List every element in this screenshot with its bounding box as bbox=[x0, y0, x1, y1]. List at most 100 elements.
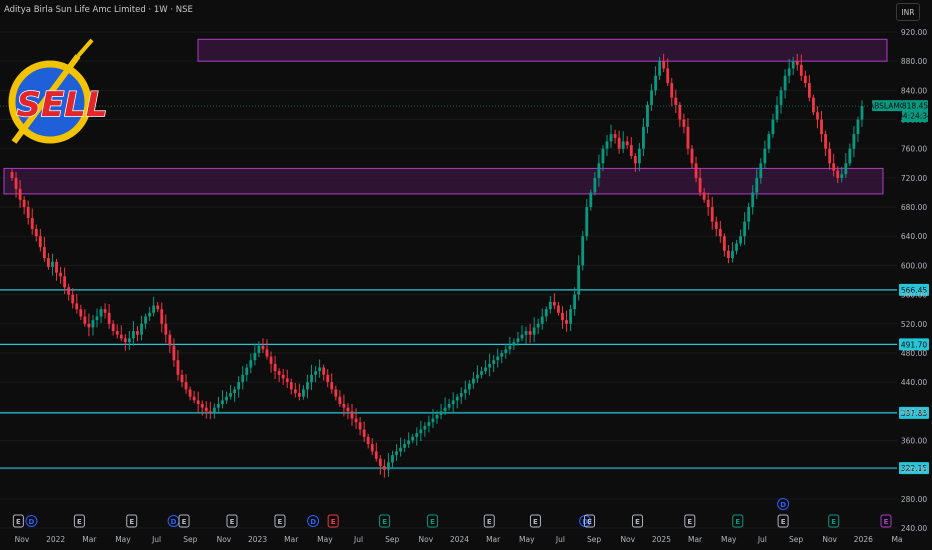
candle-body bbox=[79, 309, 83, 317]
candle-body bbox=[180, 374, 184, 383]
dividend-marker-label: D bbox=[780, 501, 786, 509]
candle-body bbox=[621, 141, 625, 149]
candle-body bbox=[164, 323, 168, 335]
candle-body bbox=[633, 156, 637, 164]
candle-body bbox=[674, 97, 678, 105]
time-tick: Jul bbox=[353, 535, 363, 544]
earnings-marker-label: E bbox=[331, 518, 336, 526]
candle-body bbox=[127, 338, 131, 342]
candle-body bbox=[160, 309, 164, 324]
candle-body bbox=[577, 265, 581, 295]
sell-badge-slash-tip bbox=[76, 38, 94, 58]
candle-body bbox=[472, 378, 475, 384]
time-tick: Nov bbox=[419, 535, 434, 544]
candle-body bbox=[508, 345, 512, 350]
candle-body bbox=[306, 382, 309, 390]
candle-body bbox=[642, 126, 645, 149]
candle-body bbox=[722, 236, 726, 251]
candle-body bbox=[848, 148, 852, 164]
candle-body bbox=[548, 301, 552, 310]
candle-body bbox=[111, 323, 115, 332]
time-tick: May bbox=[115, 535, 131, 544]
candle-body bbox=[856, 119, 860, 135]
candle-body bbox=[767, 134, 771, 149]
candle-body bbox=[690, 148, 694, 164]
price-tick: 520.00 bbox=[901, 320, 927, 329]
candle-body bbox=[617, 137, 621, 149]
candle-body bbox=[743, 221, 747, 237]
dividend-marker-label: D bbox=[29, 518, 35, 526]
candle-body bbox=[204, 407, 208, 412]
candle-body bbox=[694, 163, 698, 178]
dividend-marker-label: D bbox=[310, 518, 316, 526]
candle-body bbox=[289, 382, 293, 390]
candle-body bbox=[492, 360, 496, 364]
candle-body bbox=[824, 134, 827, 149]
candle-body bbox=[107, 312, 111, 324]
candle-body bbox=[281, 374, 285, 379]
candle-body bbox=[200, 404, 204, 408]
candle-body bbox=[816, 112, 819, 120]
price-chart[interactable]: 566.45491.70397.85322.15 920.00 880.00 840… bbox=[0, 0, 932, 550]
candle-body bbox=[532, 327, 536, 335]
candle-body bbox=[387, 462, 390, 470]
price-tick: 840.00 bbox=[901, 86, 927, 95]
candle-body bbox=[208, 411, 212, 413]
candle-body bbox=[67, 287, 71, 295]
candle-body bbox=[581, 236, 585, 266]
candle-body bbox=[382, 466, 386, 470]
price-tick: 680.00 bbox=[901, 203, 927, 212]
candle-body bbox=[686, 126, 690, 149]
candle-body bbox=[140, 323, 143, 335]
candle-body bbox=[779, 90, 783, 105]
candle-body bbox=[565, 320, 568, 324]
earnings-marker-label: E bbox=[430, 518, 435, 526]
candle-body bbox=[212, 407, 216, 413]
candle-body bbox=[500, 352, 504, 357]
candle-body bbox=[791, 61, 795, 69]
earnings-marker-label: E bbox=[884, 518, 889, 526]
candle-body bbox=[358, 422, 362, 430]
candle-body bbox=[132, 331, 135, 339]
earnings-marker-label: E bbox=[635, 518, 640, 526]
candle-body bbox=[257, 345, 261, 353]
time-tick: Sep bbox=[183, 535, 197, 544]
earnings-marker-label: E bbox=[77, 518, 82, 526]
candle-body bbox=[747, 207, 751, 222]
candle-body bbox=[840, 174, 844, 178]
candle-body bbox=[443, 407, 447, 412]
candle-body bbox=[245, 367, 249, 375]
candle-body bbox=[30, 218, 34, 229]
candle-body bbox=[484, 367, 487, 372]
earnings-marker-label: E bbox=[129, 518, 134, 526]
price-tick: 720.00 bbox=[901, 174, 927, 183]
candle-body bbox=[795, 61, 799, 65]
candle-body bbox=[678, 104, 682, 120]
candle-body bbox=[103, 309, 107, 313]
last-price-value: 818.45 bbox=[902, 102, 928, 111]
candle-body bbox=[338, 396, 342, 404]
time-tick: Jul bbox=[757, 535, 767, 544]
candle-body bbox=[156, 305, 160, 310]
candle-body bbox=[265, 349, 269, 357]
candle-body bbox=[399, 447, 402, 452]
candle-body bbox=[419, 429, 423, 434]
candle-body bbox=[374, 451, 378, 459]
candle-body bbox=[370, 444, 374, 452]
candle-body bbox=[119, 334, 123, 339]
time-tick: Sep bbox=[587, 535, 601, 544]
candle-body bbox=[528, 331, 532, 335]
candle-body bbox=[609, 134, 613, 142]
candle-body bbox=[83, 316, 87, 324]
candle-body bbox=[346, 407, 350, 412]
candle-body bbox=[787, 68, 791, 76]
candle-body bbox=[26, 207, 30, 218]
time-tick: 2024 bbox=[450, 535, 469, 544]
candle-body bbox=[350, 411, 354, 419]
candle-body bbox=[662, 61, 666, 69]
candle-body bbox=[249, 360, 253, 368]
earnings-marker-label: E bbox=[382, 518, 387, 526]
candle-body bbox=[342, 404, 346, 408]
gridlines bbox=[0, 31, 897, 529]
time-tick: Mar bbox=[284, 535, 299, 544]
